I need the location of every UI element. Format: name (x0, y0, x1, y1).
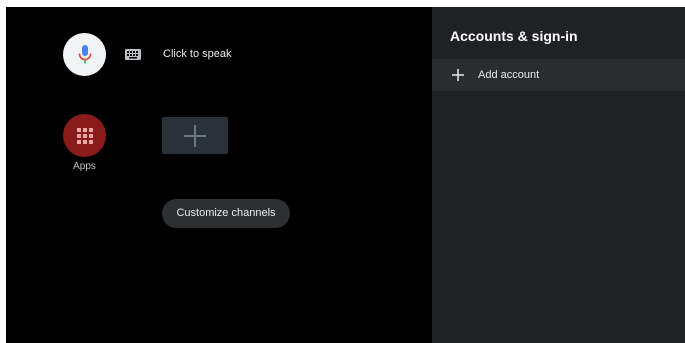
add-account-item[interactable]: Add account (432, 59, 685, 91)
apps-label: Apps (73, 161, 96, 172)
voice-search-button[interactable] (63, 33, 106, 76)
plus-icon (184, 124, 206, 147)
apps-grid-icon (76, 127, 93, 144)
apps-button[interactable] (63, 114, 106, 157)
microphone-icon (78, 44, 91, 63)
plus-icon (452, 69, 464, 81)
tv-home-screen: Click to speak Apps Customize channels A… (6, 7, 685, 343)
add-account-label: Add account (478, 69, 540, 81)
settings-panel: Accounts & sign-in Add account (432, 7, 685, 343)
customize-channels-button[interactable]: Customize channels (162, 199, 290, 228)
keyboard-icon[interactable] (125, 49, 141, 60)
click-to-speak-label: Click to speak (163, 48, 232, 60)
panel-title: Accounts & sign-in (450, 28, 578, 44)
add-app-tile[interactable] (162, 117, 228, 154)
